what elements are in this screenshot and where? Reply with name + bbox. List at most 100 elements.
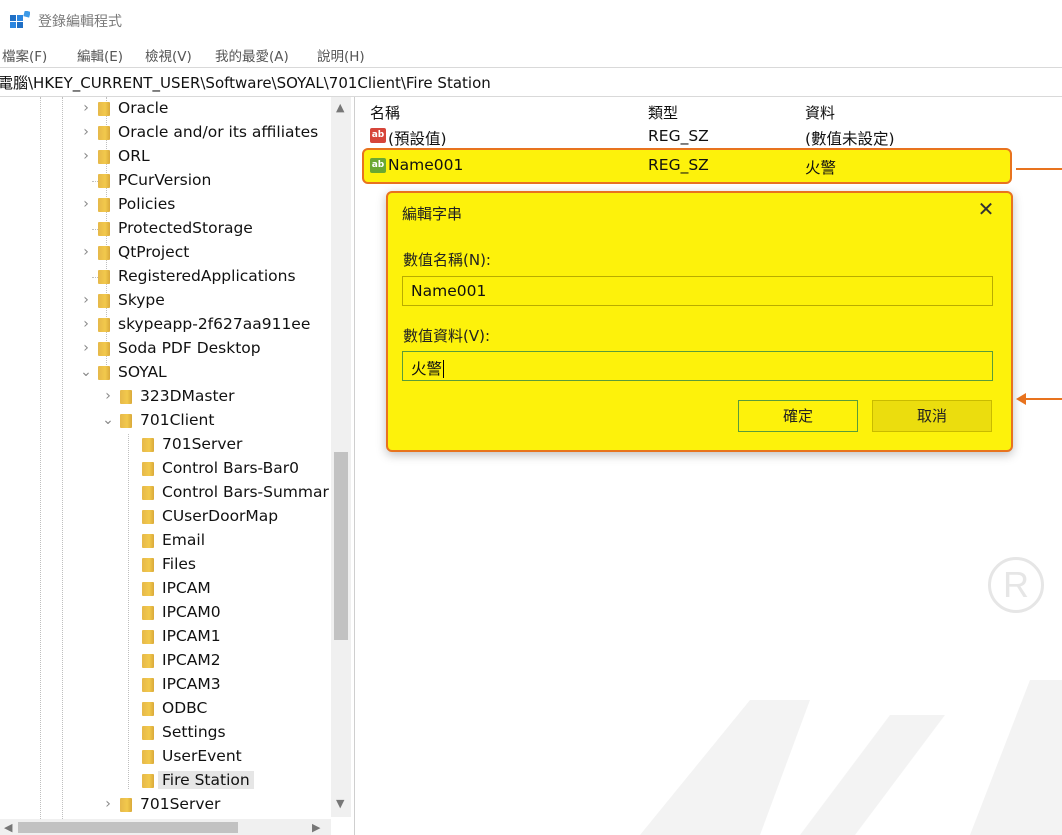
chevron-right-icon[interactable]: › bbox=[80, 147, 92, 165]
tree-item-label: Skype bbox=[118, 291, 165, 309]
tree-item-label: Control Bars-Summar bbox=[162, 483, 329, 501]
folder-icon bbox=[142, 750, 154, 764]
tree-expander bbox=[124, 771, 136, 789]
string-value-icon: ab bbox=[370, 128, 386, 143]
scroll-down-icon[interactable]: ▼ bbox=[336, 797, 344, 810]
value-name-field[interactable]: Name001 bbox=[402, 276, 993, 306]
tree-item-label: UserEvent bbox=[162, 747, 242, 765]
column-header-data[interactable]: 資料 bbox=[805, 102, 835, 123]
tree-vertical-scrollbar[interactable]: ▲ ▼ bbox=[331, 97, 351, 817]
chevron-right-icon[interactable]: › bbox=[80, 339, 92, 357]
window-title: 登錄編輯程式 bbox=[38, 14, 122, 30]
callout-line bbox=[1016, 168, 1062, 170]
folder-icon bbox=[142, 438, 154, 452]
tree-item-label: 701Server bbox=[140, 795, 221, 813]
tree-item-label: 701Client bbox=[140, 411, 215, 429]
value-data-field[interactable]: 火警 bbox=[402, 351, 993, 381]
menu-favorites[interactable]: 我的最愛(A) bbox=[215, 45, 289, 65]
scrollbar-thumb[interactable] bbox=[18, 822, 238, 833]
folder-icon bbox=[98, 342, 110, 356]
value-type: REG_SZ bbox=[648, 127, 709, 145]
folder-icon bbox=[142, 558, 154, 572]
tree-item-label: Control Bars-Bar0 bbox=[162, 459, 299, 477]
value-name: Name001 bbox=[388, 156, 464, 174]
tree-item-label: IPCAM2 bbox=[162, 651, 221, 669]
folder-icon bbox=[98, 294, 110, 308]
address-bar[interactable]: 電腦\HKEY_CURRENT_USER\Software\SOYAL\701C… bbox=[0, 67, 1062, 97]
value-row[interactable]: ab (預設值) REG_SZ (數值未設定) bbox=[358, 124, 1062, 148]
menu-file[interactable]: 檔案(F) bbox=[2, 45, 47, 65]
column-header-name[interactable]: 名稱 bbox=[370, 102, 400, 123]
tree-item-label: CUserDoorMap bbox=[162, 507, 279, 525]
menu-view[interactable]: 檢視(V) bbox=[145, 45, 192, 65]
tree-item-label: RegisteredApplications bbox=[118, 267, 296, 285]
dialog-title: 編輯字串 bbox=[402, 205, 463, 223]
tree-item-label: IPCAM1 bbox=[162, 627, 221, 645]
tree-item-label: Soda PDF Desktop bbox=[118, 339, 261, 357]
menu-edit[interactable]: 編輯(E) bbox=[77, 45, 123, 65]
tree-horizontal-scrollbar[interactable]: ◀ ▶ bbox=[0, 819, 331, 835]
scrollbar-thumb[interactable] bbox=[334, 452, 348, 640]
registry-editor-icon bbox=[10, 11, 30, 28]
folder-icon bbox=[98, 246, 110, 260]
chevron-right-icon[interactable]: › bbox=[80, 243, 92, 261]
scroll-left-icon[interactable]: ◀ bbox=[4, 821, 12, 834]
callout-line bbox=[1026, 398, 1062, 400]
tree-expander bbox=[124, 459, 136, 477]
tree-expander bbox=[80, 219, 92, 237]
value-row-highlighted[interactable]: ab Name001 REG_SZ 火警 bbox=[362, 148, 1012, 184]
tree-expander bbox=[80, 267, 92, 285]
scroll-right-icon[interactable]: ▶ bbox=[312, 821, 320, 834]
tree-expander bbox=[124, 579, 136, 597]
cancel-button[interactable]: 取消 bbox=[872, 400, 992, 432]
tree-item-label: Oracle bbox=[118, 99, 169, 117]
chevron-down-icon[interactable]: ⌄ bbox=[102, 411, 114, 429]
chevron-right-icon[interactable]: › bbox=[80, 291, 92, 309]
folder-icon bbox=[142, 606, 154, 620]
arrow-left-icon bbox=[1016, 393, 1026, 405]
tree-item-label: Fire Station bbox=[158, 771, 254, 789]
chevron-right-icon[interactable]: › bbox=[80, 315, 92, 333]
tree-expander bbox=[124, 483, 136, 501]
column-header-type[interactable]: 類型 bbox=[648, 102, 678, 123]
scroll-up-icon[interactable]: ▲ bbox=[336, 101, 344, 114]
registered-trademark-watermark: R bbox=[988, 557, 1044, 613]
chevron-right-icon[interactable]: › bbox=[102, 795, 114, 813]
tree-item-label: IPCAM0 bbox=[162, 603, 221, 621]
tree-guide bbox=[40, 97, 41, 835]
tree-item-label: IPCAM3 bbox=[162, 675, 221, 693]
chevron-down-icon[interactable]: ⌄ bbox=[80, 363, 92, 381]
folder-icon bbox=[98, 222, 110, 236]
menu-bar: 檔案(F) 編輯(E) 檢視(V) 我的最愛(A) 說明(H) bbox=[0, 40, 1062, 66]
tree-item-label: ProtectedStorage bbox=[118, 219, 253, 237]
ok-button[interactable]: 確定 bbox=[738, 400, 858, 432]
tree-item-label: QtProject bbox=[118, 243, 190, 261]
value-type: REG_SZ bbox=[648, 156, 709, 174]
chevron-right-icon[interactable]: › bbox=[80, 99, 92, 117]
tree-expander bbox=[124, 435, 136, 453]
watermark-logo bbox=[640, 680, 1062, 835]
chevron-right-icon[interactable]: › bbox=[80, 195, 92, 213]
folder-icon bbox=[98, 366, 110, 380]
chevron-right-icon[interactable]: › bbox=[102, 387, 114, 405]
folder-icon bbox=[98, 174, 110, 188]
tree-item-label: skypeapp-2f627aa911ee bbox=[118, 315, 311, 333]
folder-icon bbox=[142, 462, 154, 476]
close-icon[interactable]: ✕ bbox=[976, 199, 996, 219]
tree-expander bbox=[124, 531, 136, 549]
folder-icon bbox=[142, 630, 154, 644]
tree-expander bbox=[124, 651, 136, 669]
tree-expander bbox=[124, 627, 136, 645]
menu-help[interactable]: 說明(H) bbox=[317, 45, 365, 65]
edit-string-dialog: 編輯字串 ✕ 數值名稱(N): Name001 數值資料(V): 火警 確定 取… bbox=[386, 191, 1013, 452]
address-path[interactable]: 電腦\HKEY_CURRENT_USER\Software\SOYAL\701C… bbox=[0, 72, 491, 93]
folder-icon bbox=[98, 270, 110, 284]
chevron-right-icon[interactable]: › bbox=[80, 123, 92, 141]
folder-icon bbox=[142, 486, 154, 500]
value-name-label: 數值名稱(N): bbox=[403, 251, 491, 269]
folder-icon bbox=[98, 150, 110, 164]
folder-icon bbox=[98, 126, 110, 140]
tree-expander bbox=[124, 507, 136, 525]
value-data: (數值未設定) bbox=[805, 130, 895, 148]
tree-item-label: SOYAL bbox=[118, 363, 167, 381]
